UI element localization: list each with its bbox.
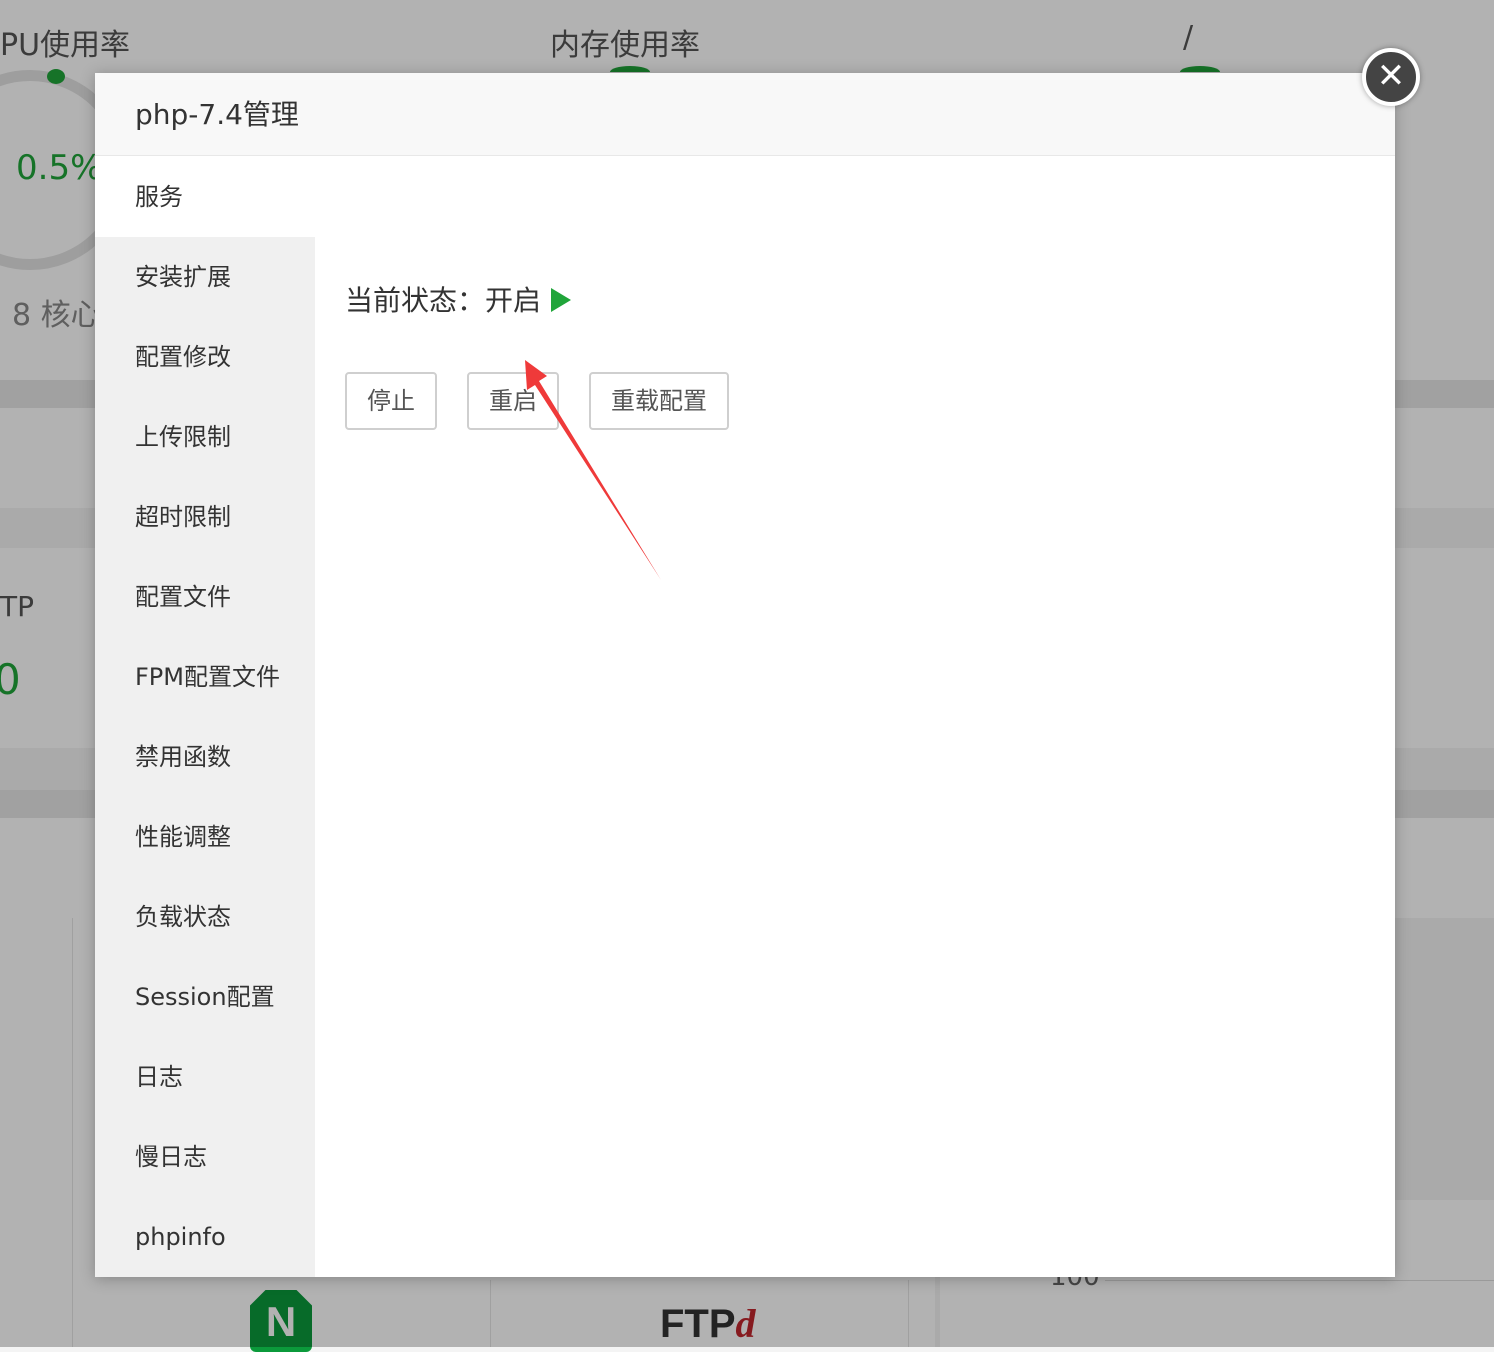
menu-item-session-config[interactable]: Session配置 [95,957,315,1037]
php-management-dialog: php-7.4管理 服务 安装扩展 配置修改 上传限制 超时限制 配置文件 FP… [95,73,1395,1277]
dialog-title: php-7.4管理 [95,73,1395,156]
menu-item-upload-limit[interactable]: 上传限制 [95,397,315,477]
menu-item-slow-logs[interactable]: 慢日志 [95,1117,315,1197]
menu-item-performance-tuning[interactable]: 性能调整 [95,797,315,877]
service-status: 当前状态：开启 [345,279,572,319]
status-value: 开启 [485,284,542,317]
close-icon[interactable]: ✕ [1362,48,1420,106]
menu-item-disabled-functions[interactable]: 禁用函数 [95,717,315,797]
play-icon [551,288,572,312]
service-panel: 当前状态：开启 停止 重启 重载配置 [315,157,1395,1277]
menu-item-service[interactable]: 服务 [95,157,315,237]
restart-button[interactable]: 重启 [467,372,559,430]
menu-item-phpinfo[interactable]: phpinfo [95,1197,315,1277]
menu-item-install-extensions[interactable]: 安装扩展 [95,237,315,317]
menu-item-timeout-limit[interactable]: 超时限制 [95,477,315,557]
menu-item-load-status[interactable]: 负载状态 [95,877,315,957]
menu-item-config-file[interactable]: 配置文件 [95,557,315,637]
menu-item-logs[interactable]: 日志 [95,1037,315,1117]
menu-item-fpm-config-file[interactable]: FPM配置文件 [95,637,315,717]
stop-button[interactable]: 停止 [345,372,437,430]
menu-item-config-edit[interactable]: 配置修改 [95,317,315,397]
reload-config-button[interactable]: 重载配置 [589,372,729,430]
status-label: 当前状态： [345,284,486,317]
dialog-sidebar-menu: 服务 安装扩展 配置修改 上传限制 超时限制 配置文件 FPM配置文件 禁用函数… [95,157,315,1277]
